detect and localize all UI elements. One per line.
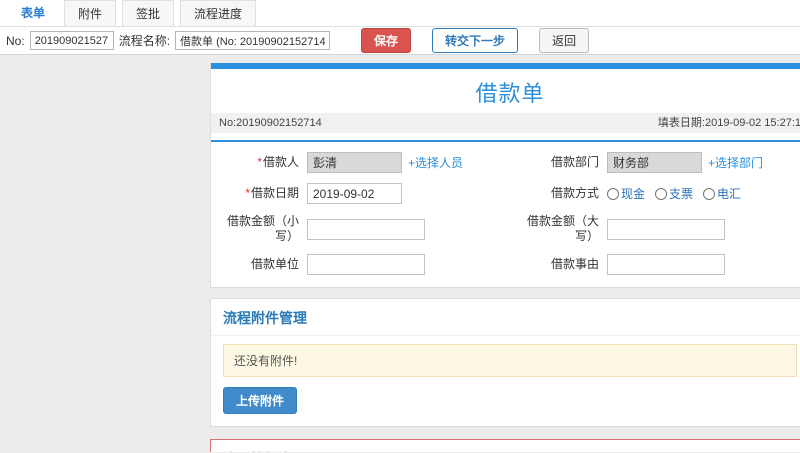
no-input[interactable] — [29, 31, 114, 50]
amount-small-cell — [303, 214, 515, 245]
borrow-method-cell: 现金 支票 电汇 — [603, 178, 800, 209]
unit-input[interactable] — [307, 254, 425, 275]
form-grid: * 借款人 +选择人员 借款部门 +选择部门 * 借款日期 — [211, 142, 800, 287]
app-window: 表单 附件 签批 流程进度 No: 流程名称: 保存 转交下一步 返回 借款单 … — [0, 0, 800, 452]
method-option-cash[interactable]: 现金 — [607, 185, 645, 202]
process-name-input[interactable] — [175, 31, 331, 50]
dept-cell: +选择部门 — [603, 147, 800, 178]
approval-panel: 流程签批意见 B I abc A ✎ ∞ ▦ ⚑ 1≡ •≡ ⇤ — [210, 439, 800, 452]
cheque-radio[interactable] — [655, 187, 668, 200]
top-tabbar: 表单 附件 签批 流程进度 — [0, 0, 800, 27]
no-attachment-notice: 还没有附件! — [223, 344, 797, 377]
tab-progress[interactable]: 流程进度 — [180, 0, 257, 26]
dept-input[interactable] — [607, 152, 702, 173]
amount-big-input[interactable] — [607, 218, 725, 240]
doc-number: No:20190902152714 — [219, 117, 322, 129]
required-mark: * — [245, 186, 250, 200]
amount-big-cell — [603, 214, 800, 245]
wire-radio[interactable] — [703, 187, 716, 200]
unit-cell — [303, 249, 515, 280]
reason-input[interactable] — [607, 254, 725, 275]
borrower-cell: +选择人员 — [303, 147, 515, 178]
method-option-cheque[interactable]: 支票 — [655, 185, 693, 202]
process-name-label: 流程名称: — [118, 34, 171, 48]
reason-label: 借款事由 — [550, 257, 599, 271]
amount-small-input[interactable] — [307, 218, 425, 240]
approval-panel-title: 流程签批意见 — [211, 440, 800, 452]
borrower-input[interactable] — [307, 152, 402, 173]
borrow-date-input[interactable] — [307, 183, 402, 204]
attachment-panel: 流程附件管理 还没有附件! 上传附件 — [210, 298, 800, 427]
borrow-method-label: 借款方式 — [550, 186, 599, 200]
amount-big-label: 借款金额（大写） — [526, 214, 599, 243]
return-button[interactable]: 返回 — [539, 28, 590, 53]
doc-fill-date: 填表日期:2019-09-02 15:27:1 — [657, 117, 800, 129]
forward-next-step-button[interactable]: 转交下一步 — [432, 28, 519, 53]
content-area: 借款单 No:20190902152714 填表日期:2019-09-02 15… — [0, 55, 800, 452]
required-mark: * — [257, 155, 262, 169]
no-label: No: — [6, 33, 25, 48]
toolbar: No: 流程名称: 保存 转交下一步 返回 — [0, 27, 800, 55]
amount-small-label: 借款金额（小写） — [226, 214, 299, 243]
tab-sign[interactable]: 签批 — [122, 0, 175, 26]
borrow-date-label: * 借款日期 — [245, 186, 299, 200]
attachment-panel-title: 流程附件管理 — [211, 299, 800, 336]
method-option-wire[interactable]: 电汇 — [703, 185, 741, 202]
cash-radio[interactable] — [607, 187, 619, 200]
save-button[interactable]: 保存 — [361, 28, 412, 53]
upload-attachment-button[interactable]: 上传附件 — [223, 387, 298, 414]
dept-label: 借款部门 — [550, 155, 599, 169]
select-dept-link[interactable]: +选择部门 — [708, 154, 763, 171]
method-radio-group: 现金 支票 电汇 — [607, 185, 741, 202]
tab-form[interactable]: 表单 — [8, 0, 59, 26]
form-title: 借款单 — [475, 81, 545, 106]
borrower-label: * 借款人 — [257, 155, 299, 169]
unit-label: 借款单位 — [250, 257, 299, 271]
loan-form-panel: 借款单 No:20190902152714 填表日期:2019-09-02 15… — [210, 63, 800, 288]
reason-cell — [603, 249, 800, 280]
select-person-link[interactable]: +选择人员 — [408, 154, 463, 171]
tab-attachment[interactable]: 附件 — [64, 0, 117, 26]
borrow-date-cell — [303, 178, 515, 209]
form-meta-strip: No:20190902152714 填表日期:2019-09-02 15:27:… — [211, 113, 800, 133]
